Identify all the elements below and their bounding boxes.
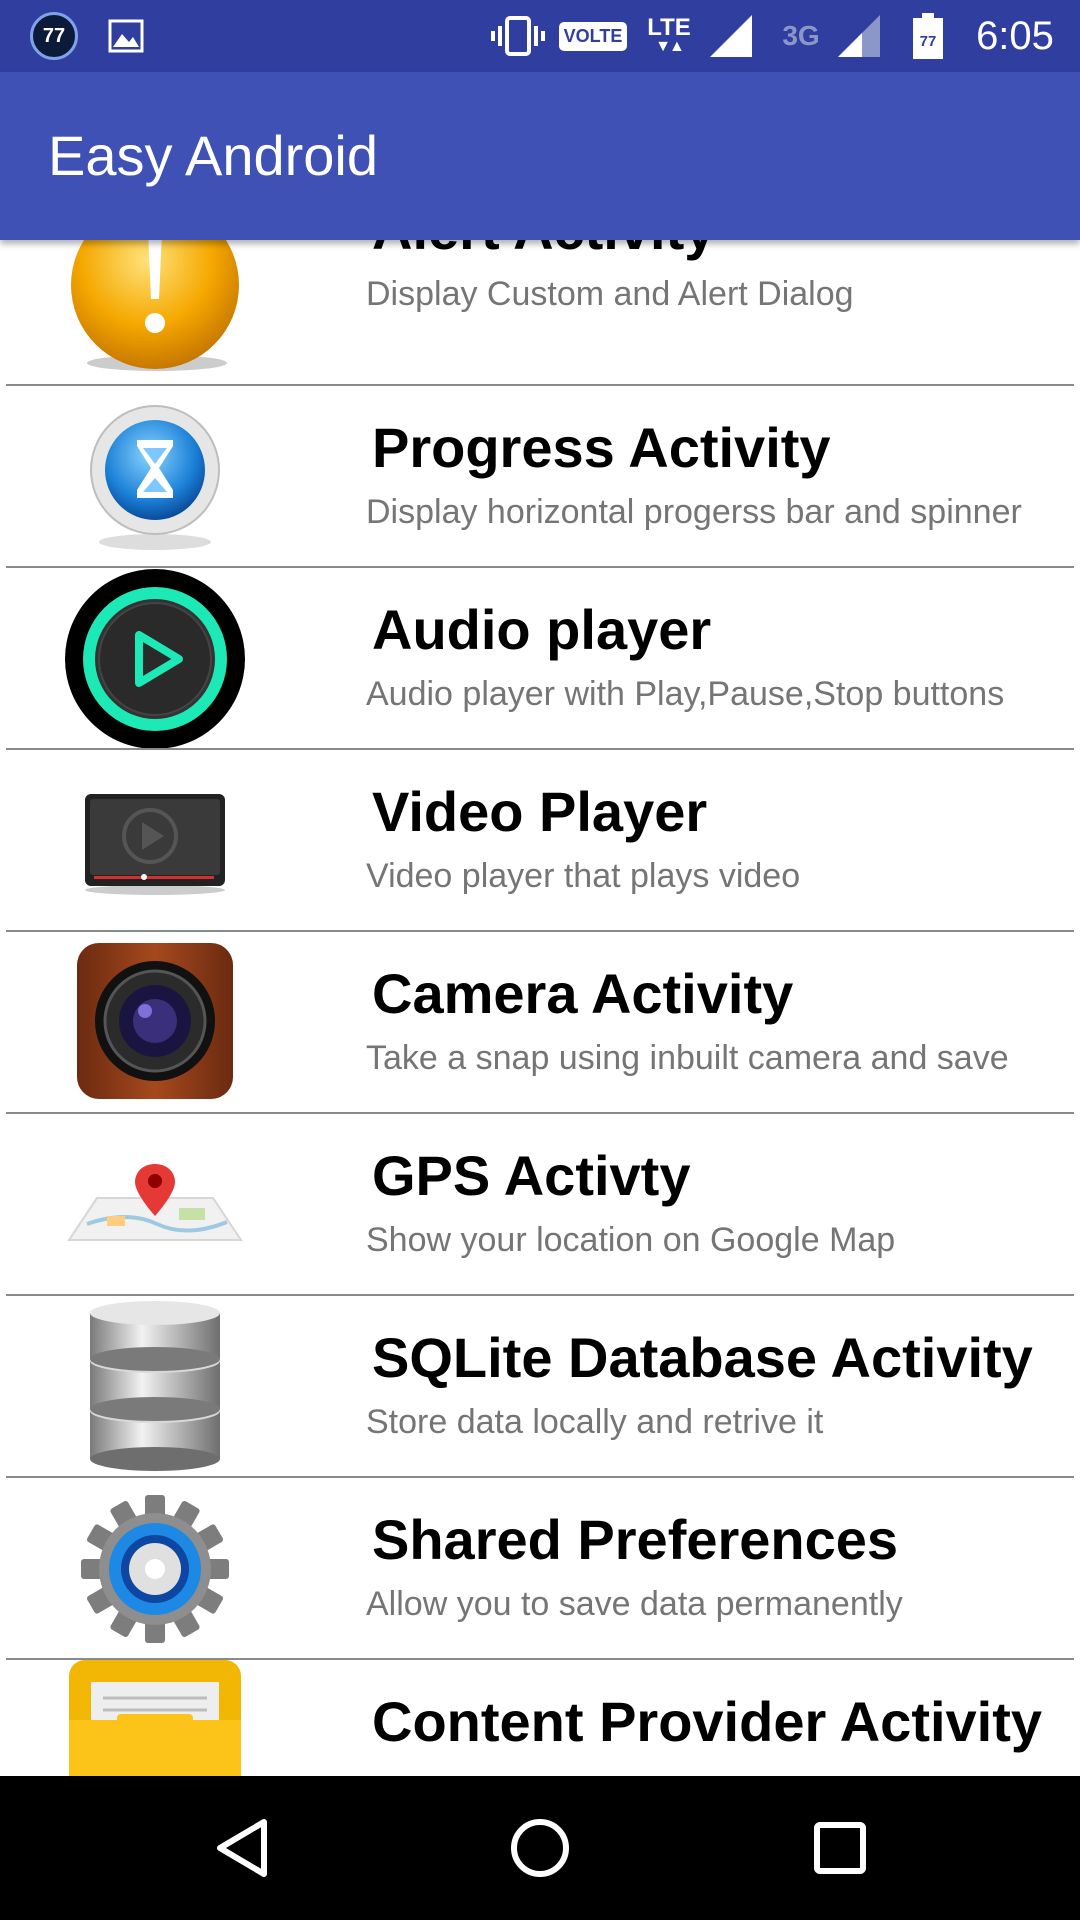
lte-label: LTE (647, 14, 691, 41)
battery-level-text: 77 (920, 33, 937, 50)
lte-indicator: LTE ▼▲ (638, 0, 700, 72)
item-title: Progress Activity (372, 416, 831, 479)
item-title: SQLite Database Activity (372, 1326, 1033, 1389)
battery-icon: 77 (908, 0, 948, 72)
app-title: Easy Android (48, 124, 378, 187)
list-item-camera-activity[interactable]: Camera Activity Take a snap using inbuil… (0, 932, 1080, 1114)
status-bar: 77 VOLTE LTE ▼▲ 3G 77 6:05 (0, 0, 1080, 72)
camera-icon (60, 932, 250, 1114)
alert-icon (60, 240, 250, 378)
item-subtitle: Store data locally and retrive it (366, 1403, 824, 1441)
screen: 77 VOLTE LTE ▼▲ 3G 77 6:05 Easy Android … (0, 0, 1080, 1920)
signal-strength-icon (706, 0, 756, 72)
volte-indicator: VOLTE (556, 0, 630, 72)
home-circle-icon[interactable] (470, 1776, 610, 1920)
list-item-audio-player[interactable]: Audio player Audio player with Play,Paus… (0, 568, 1080, 750)
map-pin-icon (60, 1114, 250, 1296)
video-player-icon (60, 750, 250, 932)
list-item-shared-preferences[interactable]: Shared Preferences Allow you to save dat… (0, 1478, 1080, 1660)
item-subtitle: Display Custom and Alert Dialog (366, 275, 854, 313)
item-subtitle: Show your location on Google Map (366, 1221, 896, 1259)
item-subtitle: Allow you to save data permanently (366, 1585, 903, 1623)
data-arrows-icon: ▼▲ (655, 38, 685, 55)
item-title: Camera Activity (372, 962, 794, 1025)
item-subtitle: Display horizontal progerss bar and spin… (366, 493, 1022, 531)
database-icon (60, 1296, 250, 1478)
secondary-network-label: 3G (782, 20, 820, 51)
vibrate-icon (488, 0, 548, 72)
item-title: Audio player (372, 598, 712, 661)
item-subtitle: Take a snap using inbuilt camera and sav… (366, 1039, 1009, 1077)
secondary-signal-icon (834, 0, 884, 72)
gallery-icon (104, 0, 148, 72)
folder-icon (60, 1660, 250, 1776)
gear-icon (60, 1478, 250, 1660)
navigation-bar (0, 1776, 1080, 1920)
activity-list[interactable]: Alert Activity Display Custom and Alert … (0, 240, 1080, 1776)
recents-square-icon[interactable] (770, 1776, 910, 1920)
list-item-alert-activity[interactable]: Alert Activity Display Custom and Alert … (0, 240, 1080, 378)
notification-badge-count: 77 (30, 12, 78, 60)
audio-play-icon (60, 568, 250, 750)
back-triangle-icon[interactable] (172, 1776, 312, 1920)
item-title: Shared Preferences (372, 1508, 899, 1571)
item-subtitle: Audio player with Play,Pause,Stop button… (366, 675, 1005, 713)
app-bar: Easy Android (0, 72, 1080, 240)
item-title: GPS Activty (372, 1144, 691, 1207)
hourglass-icon (60, 386, 250, 568)
item-subtitle: Video player that plays video (366, 857, 801, 895)
item-title: Video Player (372, 780, 708, 843)
list-item-content-provider[interactable]: Content Provider Activity (0, 1660, 1080, 1776)
item-title: Alert Activity (372, 240, 715, 262)
notification-badge-icon: 77 (28, 0, 80, 72)
list-item-progress-activity[interactable]: Progress Activity Display horizontal pro… (0, 386, 1080, 568)
list-item-gps-activity[interactable]: GPS Activty Show your location on Google… (0, 1114, 1080, 1296)
list-item-video-player[interactable]: Video Player Video player that plays vid… (0, 750, 1080, 932)
list-item-sqlite-database[interactable]: SQLite Database Activity Store data loca… (0, 1296, 1080, 1478)
item-title: Content Provider Activity (372, 1690, 1043, 1753)
volte-label: VOLTE (558, 21, 628, 51)
status-clock: 6:05 (976, 13, 1054, 58)
